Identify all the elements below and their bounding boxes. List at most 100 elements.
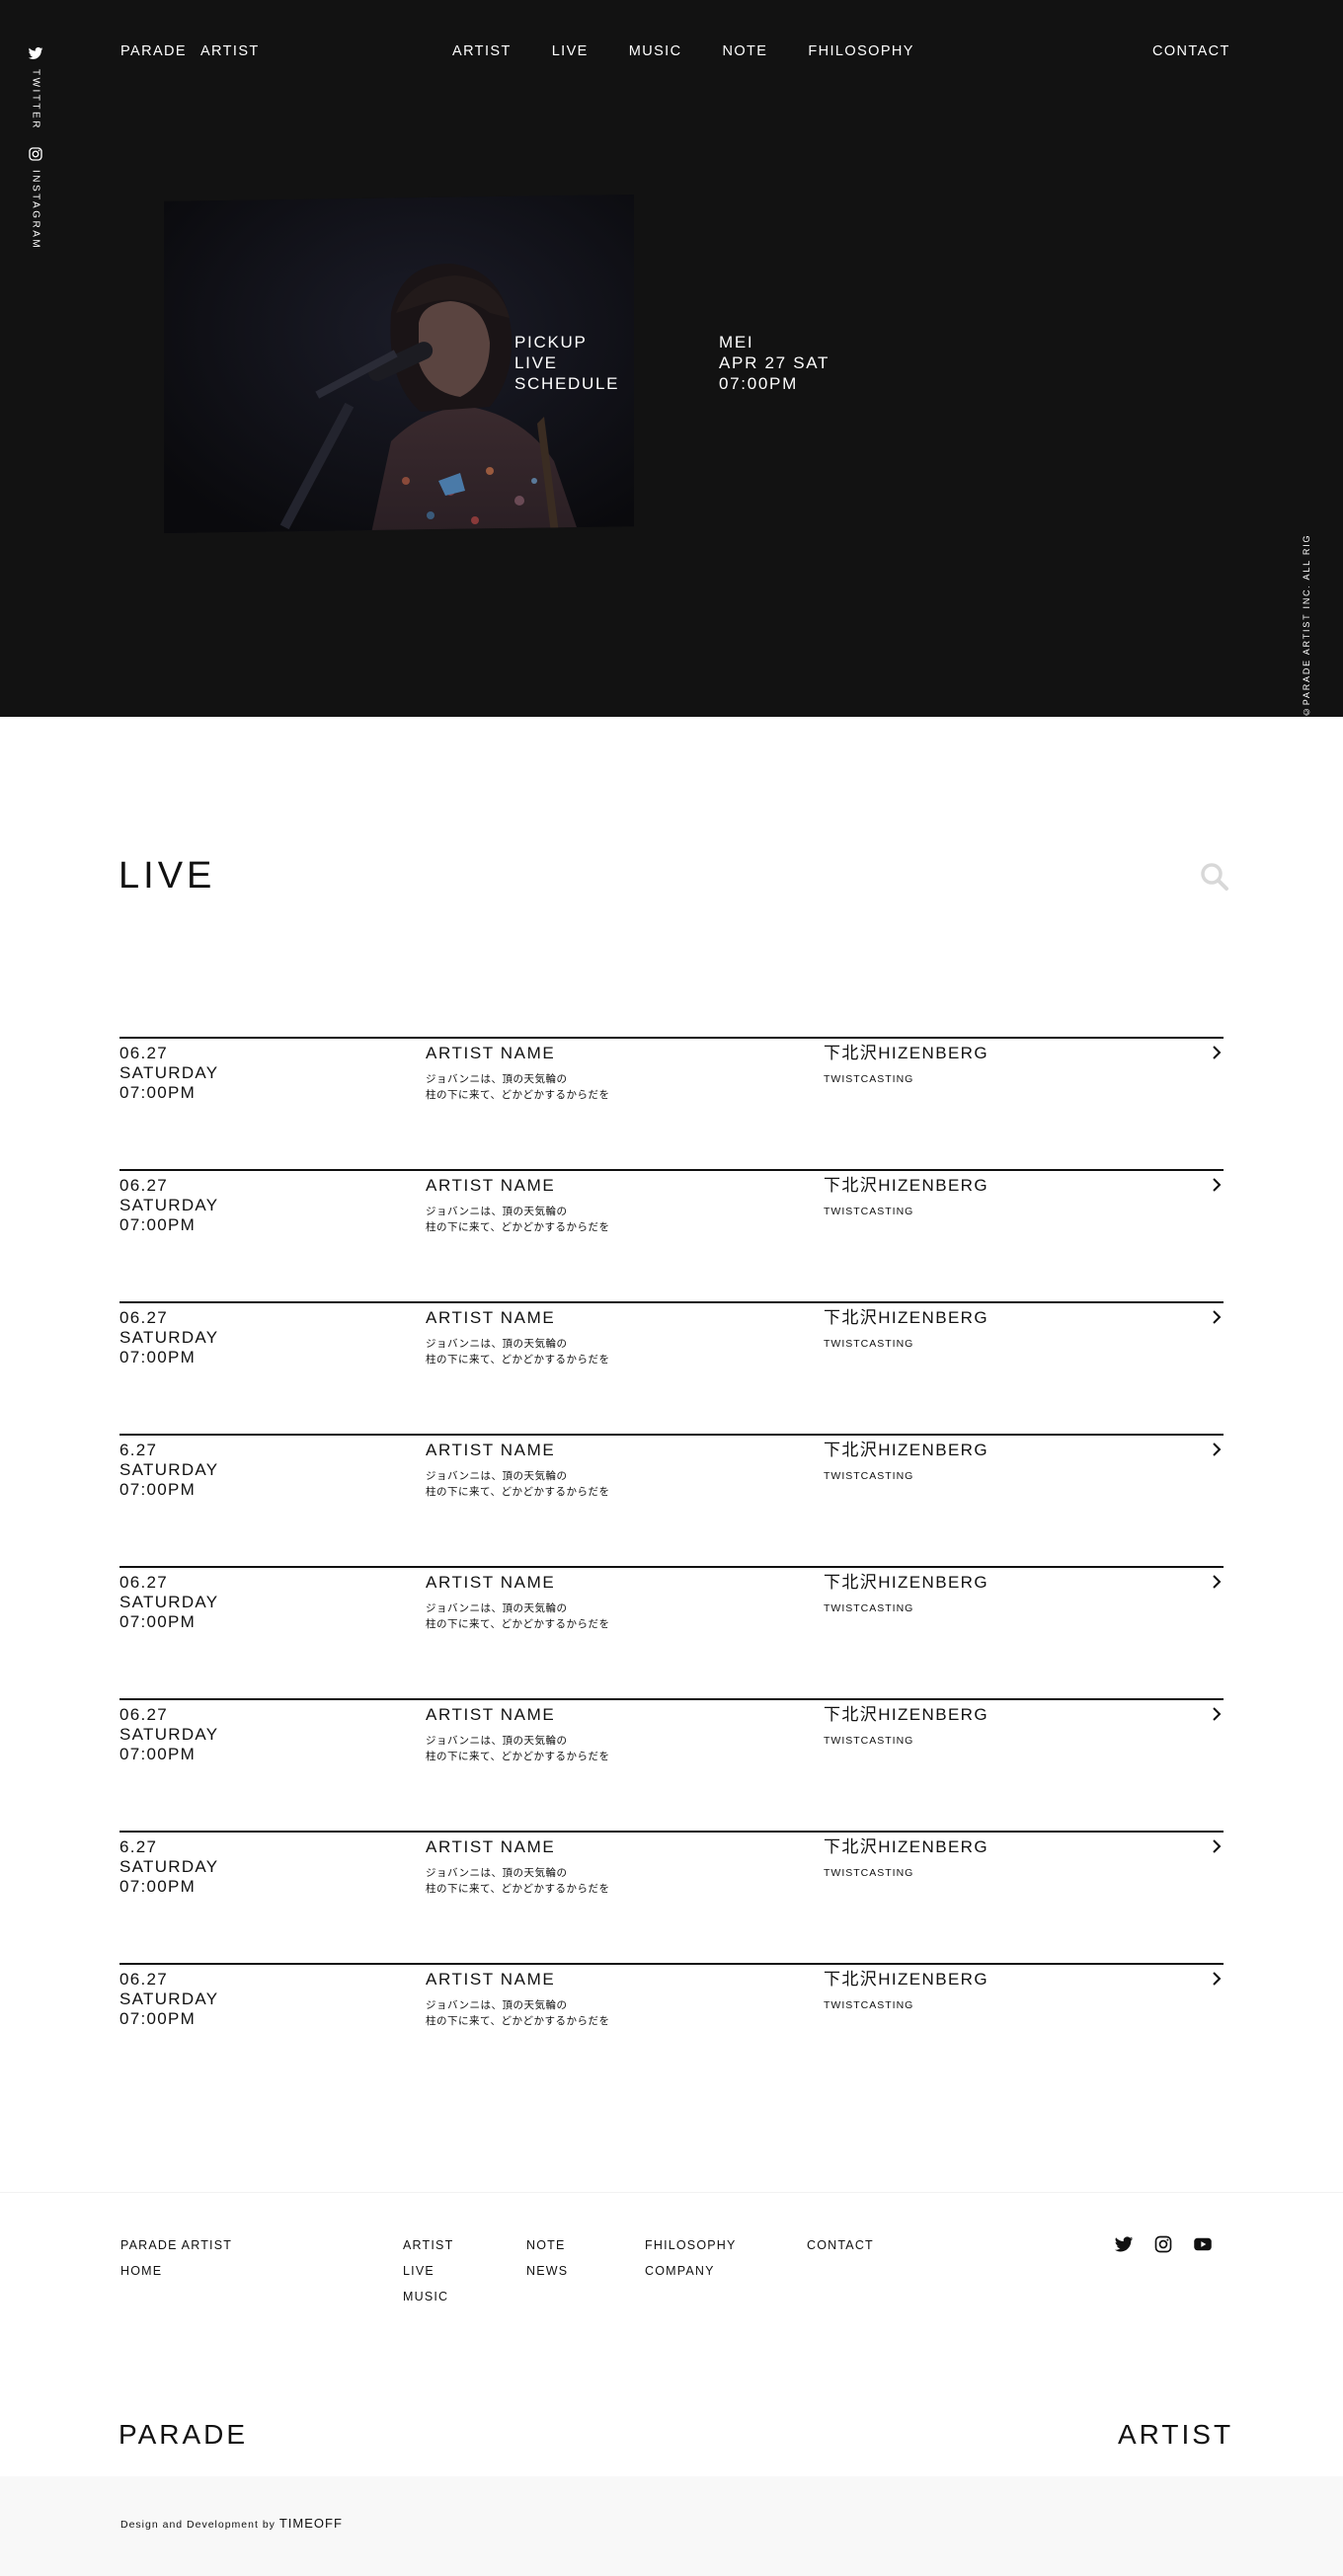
footer-logo-parade[interactable]: PARADE — [118, 2419, 248, 2451]
live-desc-line-1: ジョバンニは、頂の天気輪の — [426, 1470, 568, 1482]
footer-link-news[interactable]: NEWS — [526, 2258, 568, 2284]
nav-note[interactable]: NOTE — [722, 43, 767, 59]
footer-link-home[interactable]: HOME — [120, 2258, 232, 2284]
live-row[interactable]: 06.27 SATURDAY 07:00PM ARTIST NAME ジョバンニ… — [119, 1169, 1224, 1301]
pickup-artist: MEI — [719, 333, 754, 351]
pickup-label-line-3: SCHEDULE — [514, 374, 620, 393]
nav-live[interactable]: LIVE — [552, 43, 589, 59]
chevron-right-icon[interactable] — [1210, 1574, 1224, 1590]
chevron-right-icon[interactable] — [1210, 1706, 1224, 1722]
live-day: SATURDAY — [119, 1328, 219, 1347]
live-desc-line-1: ジョバンニは、頂の天気輪の — [426, 1999, 568, 2011]
live-artist-description: ジョバンニは、頂の天気輪の 柱の下に来て、どかどかするからだを — [426, 1204, 609, 1235]
credit-brand-link[interactable]: TIMEOFF — [279, 2516, 343, 2531]
live-venue-sub: TWISTCASTING — [824, 1338, 914, 1350]
live-row[interactable]: 06.27 SATURDAY 07:00PM ARTIST NAME ジョバンニ… — [119, 1301, 1224, 1434]
footer-link-artist[interactable]: ARTIST — [403, 2232, 453, 2258]
live-artist-name: ARTIST NAME — [426, 1176, 556, 1195]
pickup-info[interactable]: MEI APR 27 SAT 07:00PM — [719, 332, 830, 394]
live-date: 6.27 — [119, 1837, 158, 1856]
live-artist-description: ジョバンニは、頂の天気輪の 柱の下に来て、どかどかするからだを — [426, 1600, 609, 1632]
footer-logo-artist[interactable]: ARTIST — [1118, 2419, 1233, 2451]
footer-col-philosophy: FHILOSOPHY COMPANY — [645, 2232, 737, 2284]
main-menu: ARTIST LIVE MUSIC NOTE FHILOSOPHY — [452, 43, 955, 59]
live-row[interactable]: 6.27 SATURDAY 07:00PM ARTIST NAME ジョバンニは… — [119, 1831, 1224, 1963]
twitter-icon[interactable] — [1114, 2234, 1134, 2254]
footer-link-live[interactable]: LIVE — [403, 2258, 453, 2284]
search-icon[interactable] — [1200, 862, 1229, 892]
live-venue-block: 下北沢HIZENBERG TWISTCASTING — [824, 1441, 988, 1482]
live-artist-block: ARTIST NAME ジョバンニは、頂の天気輪の 柱の下に来て、どかどかするか… — [426, 1705, 609, 1764]
live-venue-name: 下北沢HIZENBERG — [824, 1176, 988, 1195]
live-artist-block: ARTIST NAME ジョバンニは、頂の天気輪の 柱の下に来て、どかどかするか… — [426, 1573, 609, 1632]
live-date: 06.27 — [119, 1044, 169, 1062]
live-artist-description: ジョバンニは、頂の天気輪の 柱の下に来て、どかどかするからだを — [426, 1336, 609, 1367]
nav-contact[interactable]: CONTACT — [1152, 43, 1230, 59]
footer-link-note[interactable]: NOTE — [526, 2232, 568, 2258]
live-desc-line-2: 柱の下に来て、どかどかするからだを — [426, 1751, 610, 1762]
live-artist-name: ARTIST NAME — [426, 1441, 556, 1459]
live-date-block: 6.27 SATURDAY 07:00PM — [119, 1441, 218, 1500]
chevron-right-icon[interactable] — [1210, 1309, 1224, 1325]
live-row[interactable]: 06.27 SATURDAY 07:00PM ARTIST NAME ジョバンニ… — [119, 1963, 1224, 2095]
pickup-label-line-1: PICKUP — [514, 333, 588, 351]
live-row[interactable]: 06.27 SATURDAY 07:00PM ARTIST NAME ジョバンニ… — [119, 1037, 1224, 1169]
pickup-date: APR 27 SAT — [719, 353, 830, 372]
live-time: 07:00PM — [119, 1480, 197, 1499]
live-artist-block: ARTIST NAME ジョバンニは、頂の天気輪の 柱の下に来て、どかどかするか… — [426, 1176, 609, 1235]
pickup-label: PICKUP LIVE SCHEDULE — [514, 332, 619, 394]
chevron-right-icon[interactable] — [1210, 1838, 1224, 1854]
instagram-icon[interactable] — [1153, 2234, 1173, 2254]
instagram-link[interactable]: INSTAGRAM — [26, 146, 45, 250]
live-row[interactable]: 06.27 SATURDAY 07:00PM ARTIST NAME ジョバンニ… — [119, 1698, 1224, 1831]
footer-link-philosophy[interactable]: FHILOSOPHY — [645, 2232, 737, 2258]
footer-col-artist: ARTIST LIVE MUSIC — [403, 2232, 453, 2309]
live-row[interactable]: 6.27 SATURDAY 07:00PM ARTIST NAME ジョバンニは… — [119, 1434, 1224, 1566]
live-artist-description: ジョバンニは、頂の天気輪の 柱の下に来て、どかどかするからだを — [426, 1997, 609, 2029]
live-desc-line-2: 柱の下に来て、どかどかするからだを — [426, 1486, 610, 1498]
live-venue-block: 下北沢HIZENBERG TWISTCASTING — [824, 1573, 988, 1614]
chevron-right-icon[interactable] — [1210, 1177, 1224, 1193]
live-desc-line-2: 柱の下に来て、どかどかするからだを — [426, 1618, 610, 1630]
live-day: SATURDAY — [119, 1593, 219, 1611]
footer-link-company[interactable]: COMPANY — [645, 2258, 737, 2284]
live-venue-name: 下北沢HIZENBERG — [824, 1705, 988, 1724]
pickup-label-line-2: LIVE — [514, 353, 558, 372]
live-row[interactable]: 06.27 SATURDAY 07:00PM ARTIST NAME ジョバンニ… — [119, 1566, 1224, 1698]
live-venue-sub: TWISTCASTING — [824, 1999, 914, 2011]
nav-music[interactable]: MUSIC — [629, 43, 682, 59]
live-artist-description: ジョバンニは、頂の天気輪の 柱の下に来て、どかどかするからだを — [426, 1071, 609, 1103]
chevron-right-icon[interactable] — [1210, 1442, 1224, 1457]
live-artist-block: ARTIST NAME ジョバンニは、頂の天気輪の 柱の下に来て、どかどかするか… — [426, 1044, 609, 1103]
live-venue-block: 下北沢HIZENBERG TWISTCASTING — [824, 1970, 988, 2011]
live-desc-line-1: ジョバンニは、頂の天気輪の — [426, 1735, 568, 1747]
live-day: SATURDAY — [119, 1725, 219, 1744]
chevron-right-icon[interactable] — [1210, 1971, 1224, 1987]
live-day: SATURDAY — [119, 1990, 219, 2008]
live-venue-sub: TWISTCASTING — [824, 1602, 914, 1614]
nav-philosophy[interactable]: FHILOSOPHY — [808, 43, 913, 59]
live-day: SATURDAY — [119, 1857, 219, 1876]
live-venue-block: 下北沢HIZENBERG TWISTCASTING — [824, 1176, 988, 1217]
copyright-vertical: ©PARADE ARTIST INC. ALL RIGHTS RESERVED. — [1302, 533, 1311, 717]
live-venue-name: 下北沢HIZENBERG — [824, 1044, 988, 1062]
page-title: LIVE — [118, 855, 216, 897]
hero-section: TWITTER INSTAGRAM PARADE ARTIST ARTIST L… — [0, 0, 1343, 717]
live-time: 07:00PM — [119, 1348, 197, 1366]
live-venue-block: 下北沢HIZENBERG TWISTCASTING — [824, 1044, 988, 1085]
live-desc-line-2: 柱の下に来て、どかどかするからだを — [426, 1221, 610, 1233]
footer-link-parade-artist[interactable]: PARADE ARTIST — [120, 2232, 232, 2258]
live-day: SATURDAY — [119, 1063, 219, 1082]
brand-logo[interactable]: PARADE ARTIST — [120, 43, 260, 59]
chevron-right-icon[interactable] — [1210, 1045, 1224, 1060]
live-venue-sub: TWISTCASTING — [824, 1470, 914, 1482]
live-artist-name: ARTIST NAME — [426, 1970, 556, 1989]
nav-artist[interactable]: ARTIST — [452, 43, 512, 59]
youtube-icon[interactable] — [1193, 2234, 1213, 2254]
live-artist-block: ARTIST NAME ジョバンニは、頂の天気輪の 柱の下に来て、どかどかするか… — [426, 1308, 609, 1367]
footer-link-music[interactable]: MUSIC — [403, 2284, 453, 2309]
live-schedule-list: 06.27 SATURDAY 07:00PM ARTIST NAME ジョバンニ… — [119, 1037, 1224, 2095]
footer-link-contact[interactable]: CONTACT — [807, 2232, 874, 2258]
live-artist-name: ARTIST NAME — [426, 1837, 556, 1856]
live-venue-sub: TWISTCASTING — [824, 1735, 914, 1747]
